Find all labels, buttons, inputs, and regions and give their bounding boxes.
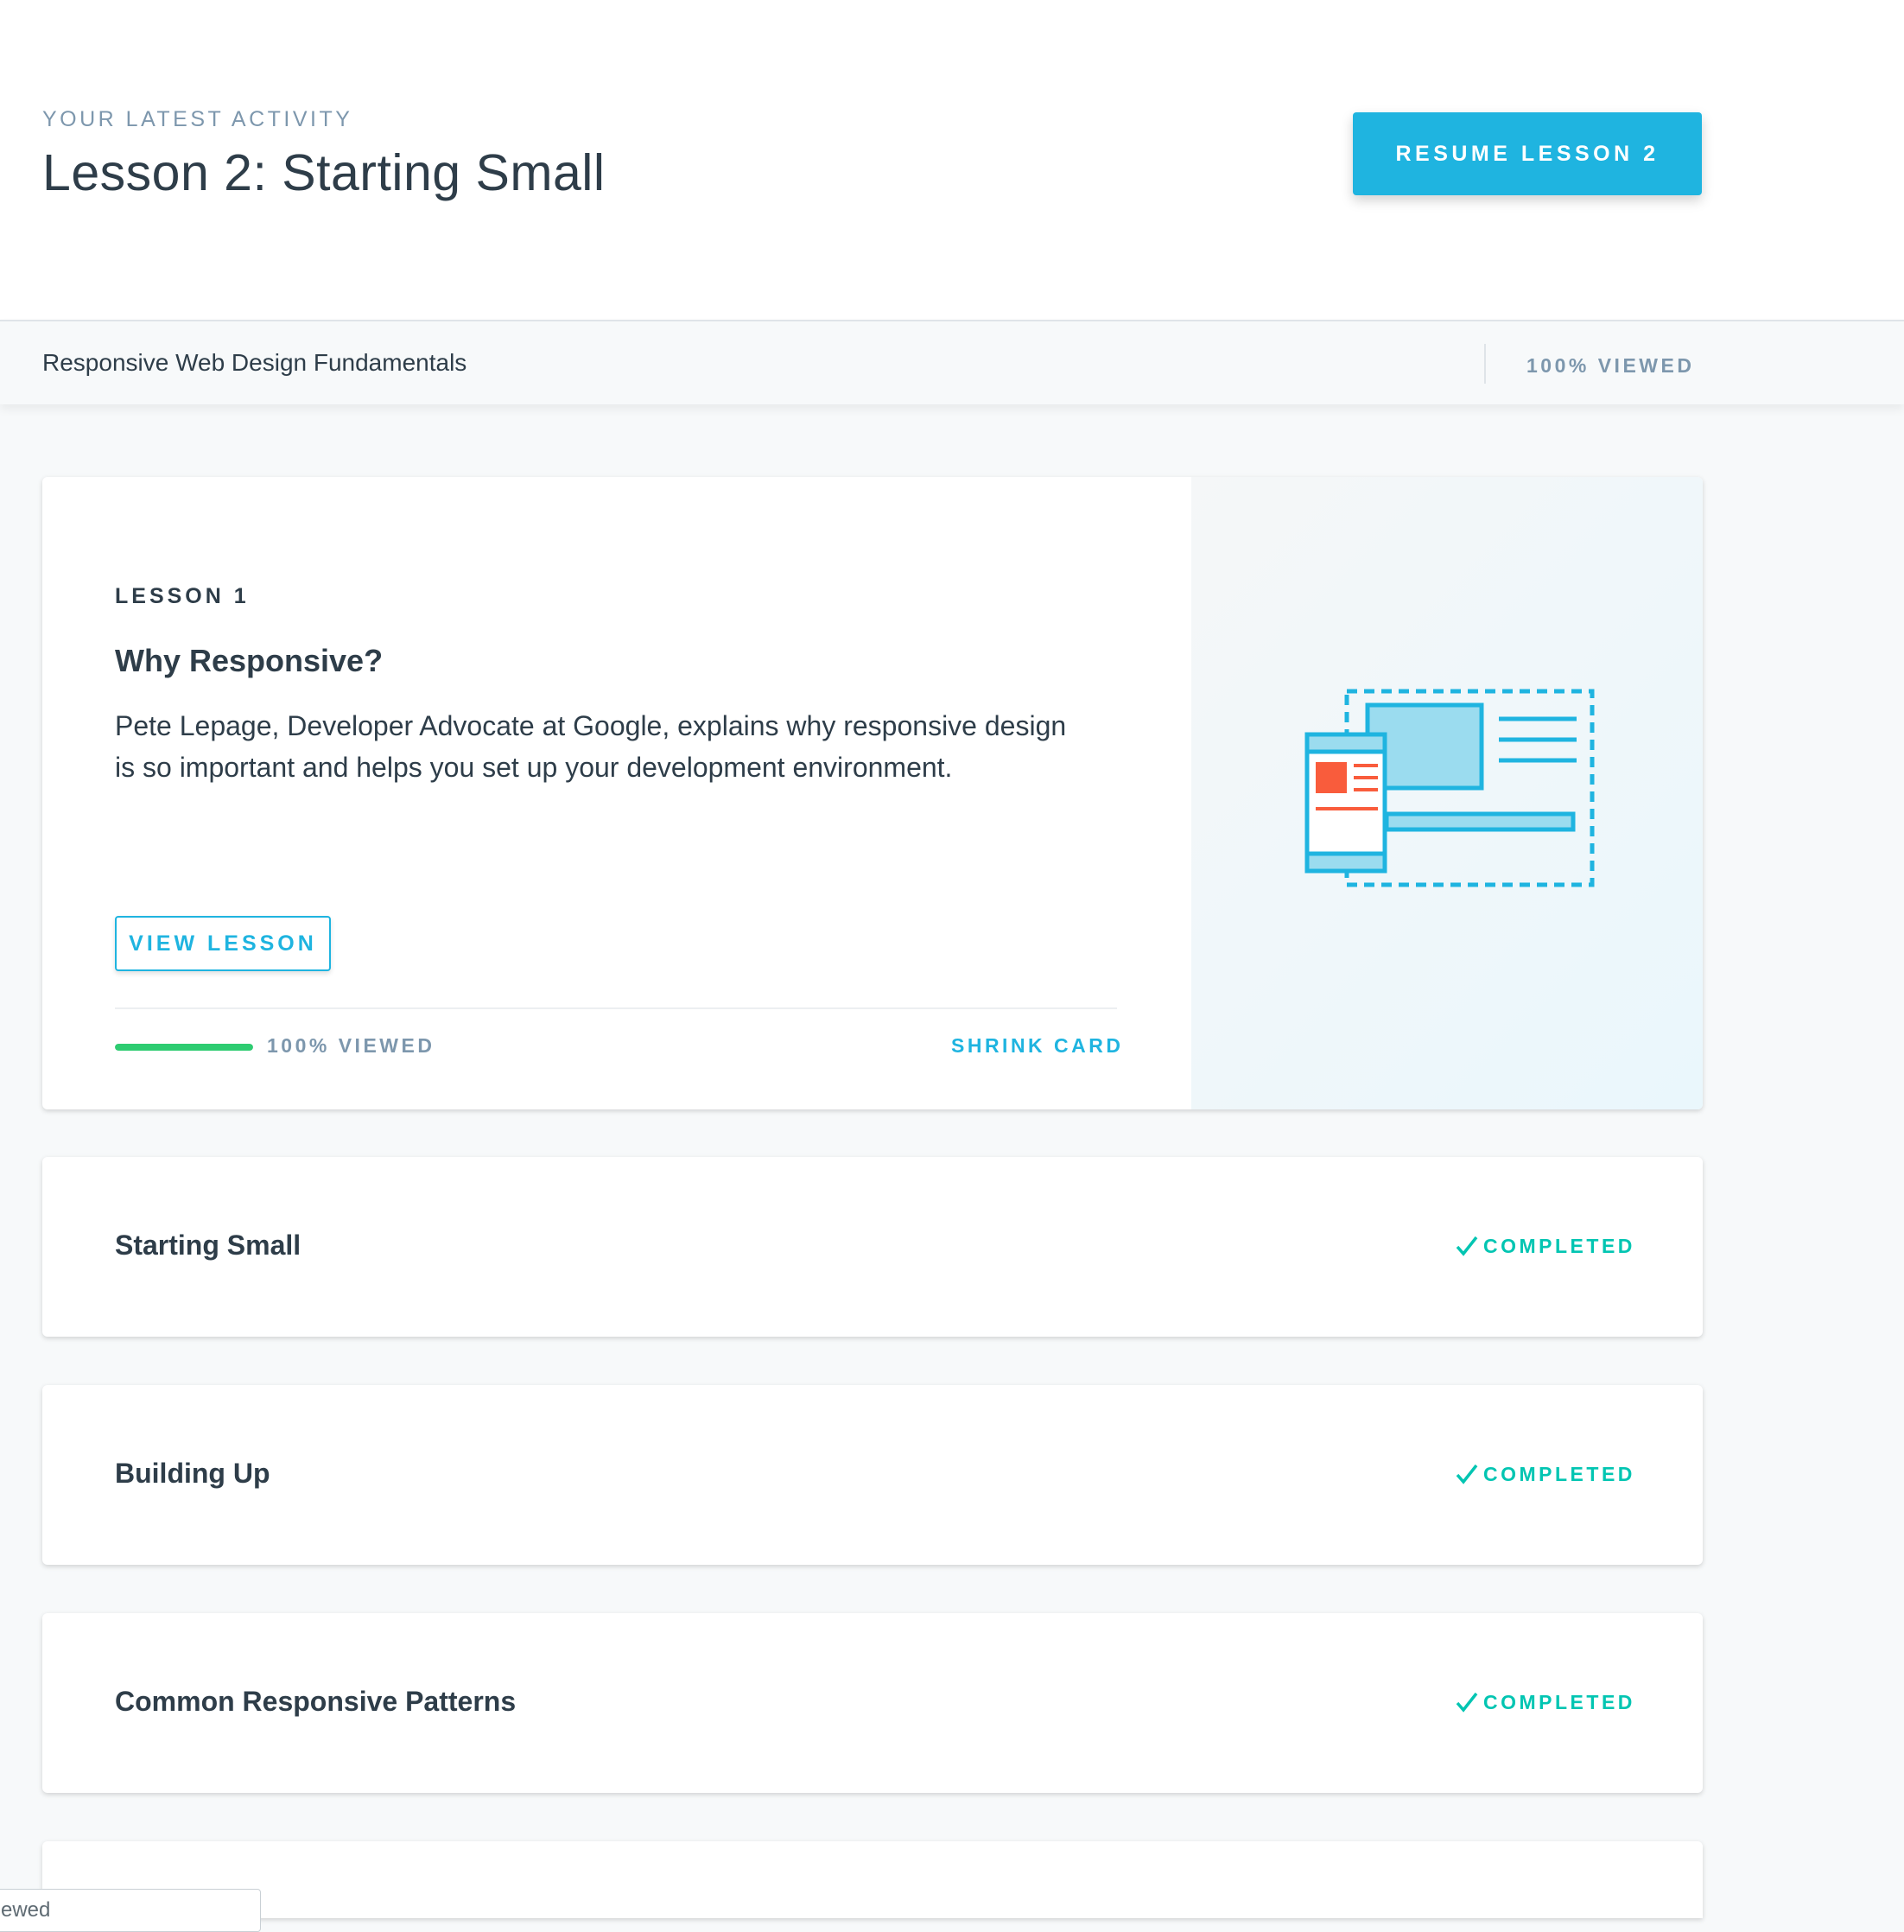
page-title: Lesson 2: Starting Small xyxy=(42,144,606,201)
lesson-title: Building Up xyxy=(115,1458,270,1489)
lesson-card-content: LESSON 1 Why Responsive? Pete Lepage, De… xyxy=(42,477,1191,1109)
lesson-illustration-panel xyxy=(1191,477,1703,1109)
view-lesson-button[interactable]: VIEW LESSON xyxy=(115,916,331,971)
lesson-title: Common Responsive Patterns xyxy=(115,1686,517,1717)
checkmark-icon xyxy=(1456,1236,1478,1256)
subheader-divider xyxy=(1484,344,1486,384)
status-text: COMPLETED xyxy=(1483,1462,1635,1485)
status-text: COMPLETED xyxy=(1483,1690,1635,1713)
lesson-title: Starting Small xyxy=(115,1230,301,1261)
completed-status: COMPLETED xyxy=(1454,1689,1635,1715)
status-text: COMPLETED xyxy=(1483,1234,1635,1257)
lesson-card[interactable]: Starting Small COMPLETED xyxy=(42,1157,1703,1337)
checkmark-icon xyxy=(1456,1692,1478,1713)
course-viewed-status: 100% VIEWED xyxy=(1526,354,1695,377)
completed-status: COMPLETED xyxy=(1454,1233,1635,1259)
lesson-card-partial[interactable] xyxy=(42,1841,1703,1918)
course-subheader: Responsive Web Design Fundamentals 100% … xyxy=(0,320,1904,404)
lesson-card[interactable]: Building Up COMPLETED xyxy=(42,1385,1703,1565)
lesson-title: Why Responsive? xyxy=(115,643,384,678)
status-tooltip: ewed xyxy=(0,1889,261,1932)
progress-bar xyxy=(115,1044,253,1051)
progress-bar-fill xyxy=(115,1044,253,1051)
lesson-card[interactable]: Common Responsive Patterns COMPLETED xyxy=(42,1613,1703,1793)
activity-header: YOUR LATEST ACTIVITY Lesson 2: Starting … xyxy=(0,0,1904,320)
lesson-description: Pete Lepage, Developer Advocate at Googl… xyxy=(115,710,1067,783)
course-name: Responsive Web Design Fundamentals xyxy=(42,349,467,376)
lesson-number: LESSON 1 xyxy=(115,584,250,608)
lesson-card-expanded: LESSON 1 Why Responsive? Pete Lepage, De… xyxy=(42,477,1703,1109)
progress-label: 100% VIEWED xyxy=(267,1034,435,1057)
shrink-card-link[interactable]: SHRINK CARD xyxy=(951,1034,1124,1058)
latest-activity-eyebrow: YOUR LATEST ACTIVITY xyxy=(42,107,353,131)
responsive-devices-icon xyxy=(1304,689,1595,887)
card-divider xyxy=(115,1007,1117,1009)
checkmark-icon xyxy=(1456,1464,1478,1484)
completed-status: COMPLETED xyxy=(1454,1461,1635,1487)
resume-lesson-button[interactable]: RESUME LESSON 2 xyxy=(1353,112,1702,195)
